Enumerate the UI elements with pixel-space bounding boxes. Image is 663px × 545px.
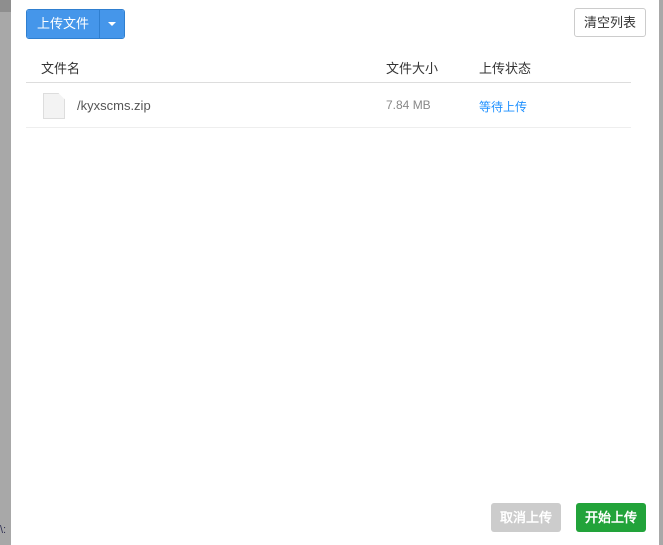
file-icon (43, 93, 65, 119)
file-name: /kyxscms.zip (77, 98, 151, 113)
header-filename: 文件名 (41, 61, 81, 76)
table-header: 文件名 文件大小 上传状态 (26, 50, 631, 83)
cancel-upload-button[interactable]: 取消上传 (491, 503, 561, 532)
background-overlay (0, 0, 11, 12)
upload-status: 等待上传 (479, 100, 528, 114)
upload-button-group: 上传文件 (26, 9, 126, 39)
header-filesize: 文件大小 (386, 61, 439, 76)
upload-dropdown-button[interactable] (100, 10, 125, 38)
background-text: \: (0, 524, 7, 536)
caret-down-icon (108, 22, 117, 26)
upload-file-button[interactable]: 上传文件 (27, 10, 101, 38)
table-row: /kyxscms.zip 7.84 MB 等待上传 (26, 83, 631, 128)
upload-dialog: 上传文件 清空列表 文件名 文件大小 上传状态 /kyxscms.zip 7.8… (11, 0, 659, 545)
header-status: 上传状态 (479, 61, 532, 76)
start-upload-button[interactable]: 开始上传 (576, 503, 646, 532)
clear-list-button[interactable]: 清空列表 (573, 8, 646, 37)
file-size: 7.84 MB (386, 98, 431, 112)
